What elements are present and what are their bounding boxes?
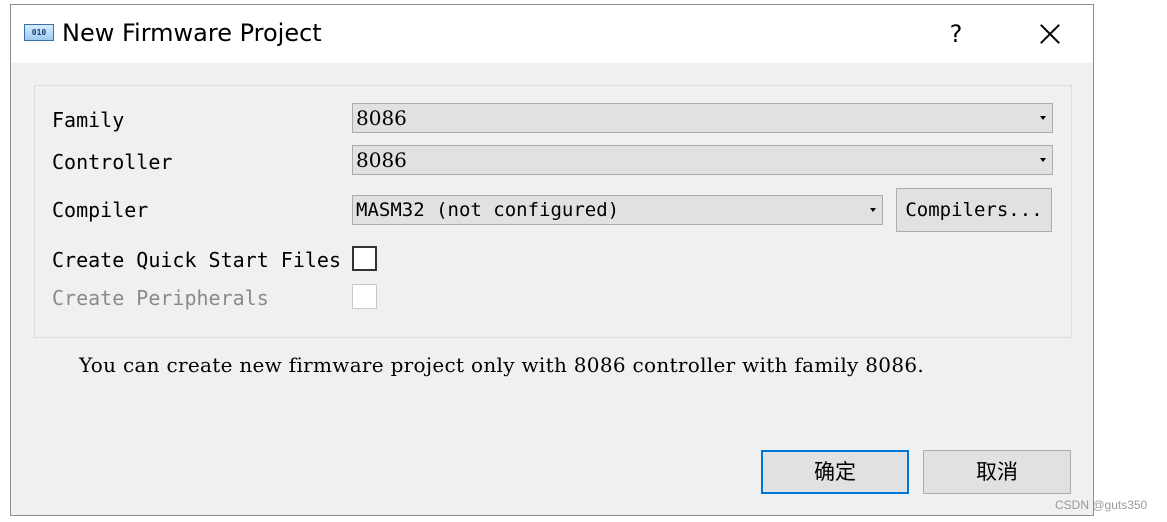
controller-select-value: 8086 <box>356 148 407 172</box>
quick-start-checkbox[interactable] <box>352 246 377 271</box>
family-label: Family <box>52 108 125 132</box>
peripherals-checkbox <box>352 284 377 309</box>
chevron-down-icon <box>870 208 876 212</box>
info-message: You can create new firmware project only… <box>79 353 925 377</box>
cancel-button[interactable]: 取消 <box>923 450 1071 494</box>
compiler-select-value: MASM32 (not configured) <box>356 199 620 221</box>
dialog-title: New Firmware Project <box>62 19 322 47</box>
app-icon: 010 <box>24 24 54 41</box>
close-icon[interactable] <box>1017 5 1079 63</box>
controller-select[interactable]: 8086 <box>352 145 1053 175</box>
controller-label: Controller <box>52 150 173 174</box>
chevron-down-icon <box>1040 158 1046 162</box>
ok-button[interactable]: 确定 <box>761 450 909 494</box>
family-select-value: 8086 <box>356 106 407 130</box>
family-select[interactable]: 8086 <box>352 103 1053 133</box>
peripherals-label: Create Peripherals <box>52 286 269 310</box>
compiler-select[interactable]: MASM32 (not configured) <box>352 195 883 225</box>
quick-start-label: Create Quick Start Files <box>52 248 341 272</box>
watermark: CSDN @guts350 <box>1055 498 1148 512</box>
title-bar[interactable]: 010 New Firmware Project ? <box>11 5 1093 63</box>
chevron-down-icon <box>1040 116 1046 120</box>
new-firmware-project-dialog: 010 New Firmware Project ? Family 8086 C… <box>10 4 1094 516</box>
compilers-button[interactable]: Compilers... <box>896 188 1052 232</box>
help-button[interactable]: ? <box>927 5 985 63</box>
compiler-label: Compiler <box>52 198 149 222</box>
